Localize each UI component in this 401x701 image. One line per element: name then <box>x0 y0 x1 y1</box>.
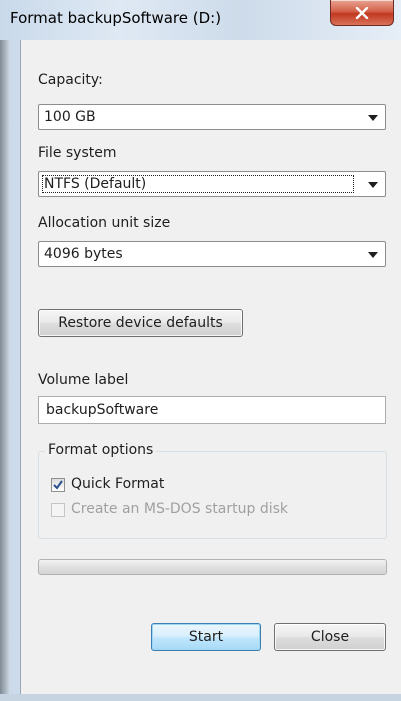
volume-label-field[interactable] <box>38 396 386 424</box>
format-progress-bar <box>38 559 387 575</box>
format-options-group <box>38 451 387 539</box>
close-button[interactable]: Close <box>274 623 386 651</box>
allocation-unit-value: 4096 bytes <box>44 246 123 262</box>
msdos-startup-label: Create an MS-DOS startup disk <box>71 501 289 517</box>
title-bar[interactable]: Format backupSoftware (D:) <box>0 0 401 40</box>
window-bottom-border <box>0 694 401 701</box>
allocation-unit-label: Allocation unit size <box>38 215 171 231</box>
quick-format-label[interactable]: Quick Format <box>71 476 164 492</box>
capacity-dropdown[interactable]: 100 GB <box>38 104 386 130</box>
window-title: Format backupSoftware (D:) <box>10 9 222 27</box>
dialog-body: Capacity: 100 GB File system NTFS (Defau… <box>20 40 401 694</box>
msdos-startup-checkbox[interactable] <box>51 503 65 517</box>
quick-format-checkbox[interactable] <box>51 478 65 492</box>
format-options-title: Format options <box>45 442 157 458</box>
close-icon <box>355 6 369 19</box>
checkmark-icon <box>53 480 63 490</box>
allocation-unit-dropdown[interactable]: 4096 bytes <box>38 241 386 267</box>
volume-label-input[interactable] <box>39 397 385 423</box>
file-system-label: File system <box>38 145 117 161</box>
capacity-value: 100 GB <box>44 109 96 125</box>
window-close-button[interactable] <box>330 0 394 26</box>
chevron-down-icon <box>368 182 378 188</box>
chevron-down-icon <box>368 115 378 121</box>
restore-defaults-button[interactable]: Restore device defaults <box>38 309 243 337</box>
window-frame: Format backupSoftware (D:) Capacity: 100… <box>0 0 401 701</box>
window-left-border <box>0 40 10 701</box>
file-system-value: NTFS (Default) <box>44 176 147 192</box>
start-button[interactable]: Start <box>151 623 261 651</box>
capacity-label: Capacity: <box>38 72 103 88</box>
chevron-down-icon <box>368 252 378 258</box>
file-system-dropdown[interactable]: NTFS (Default) <box>38 171 386 197</box>
volume-label-label: Volume label <box>38 372 129 388</box>
